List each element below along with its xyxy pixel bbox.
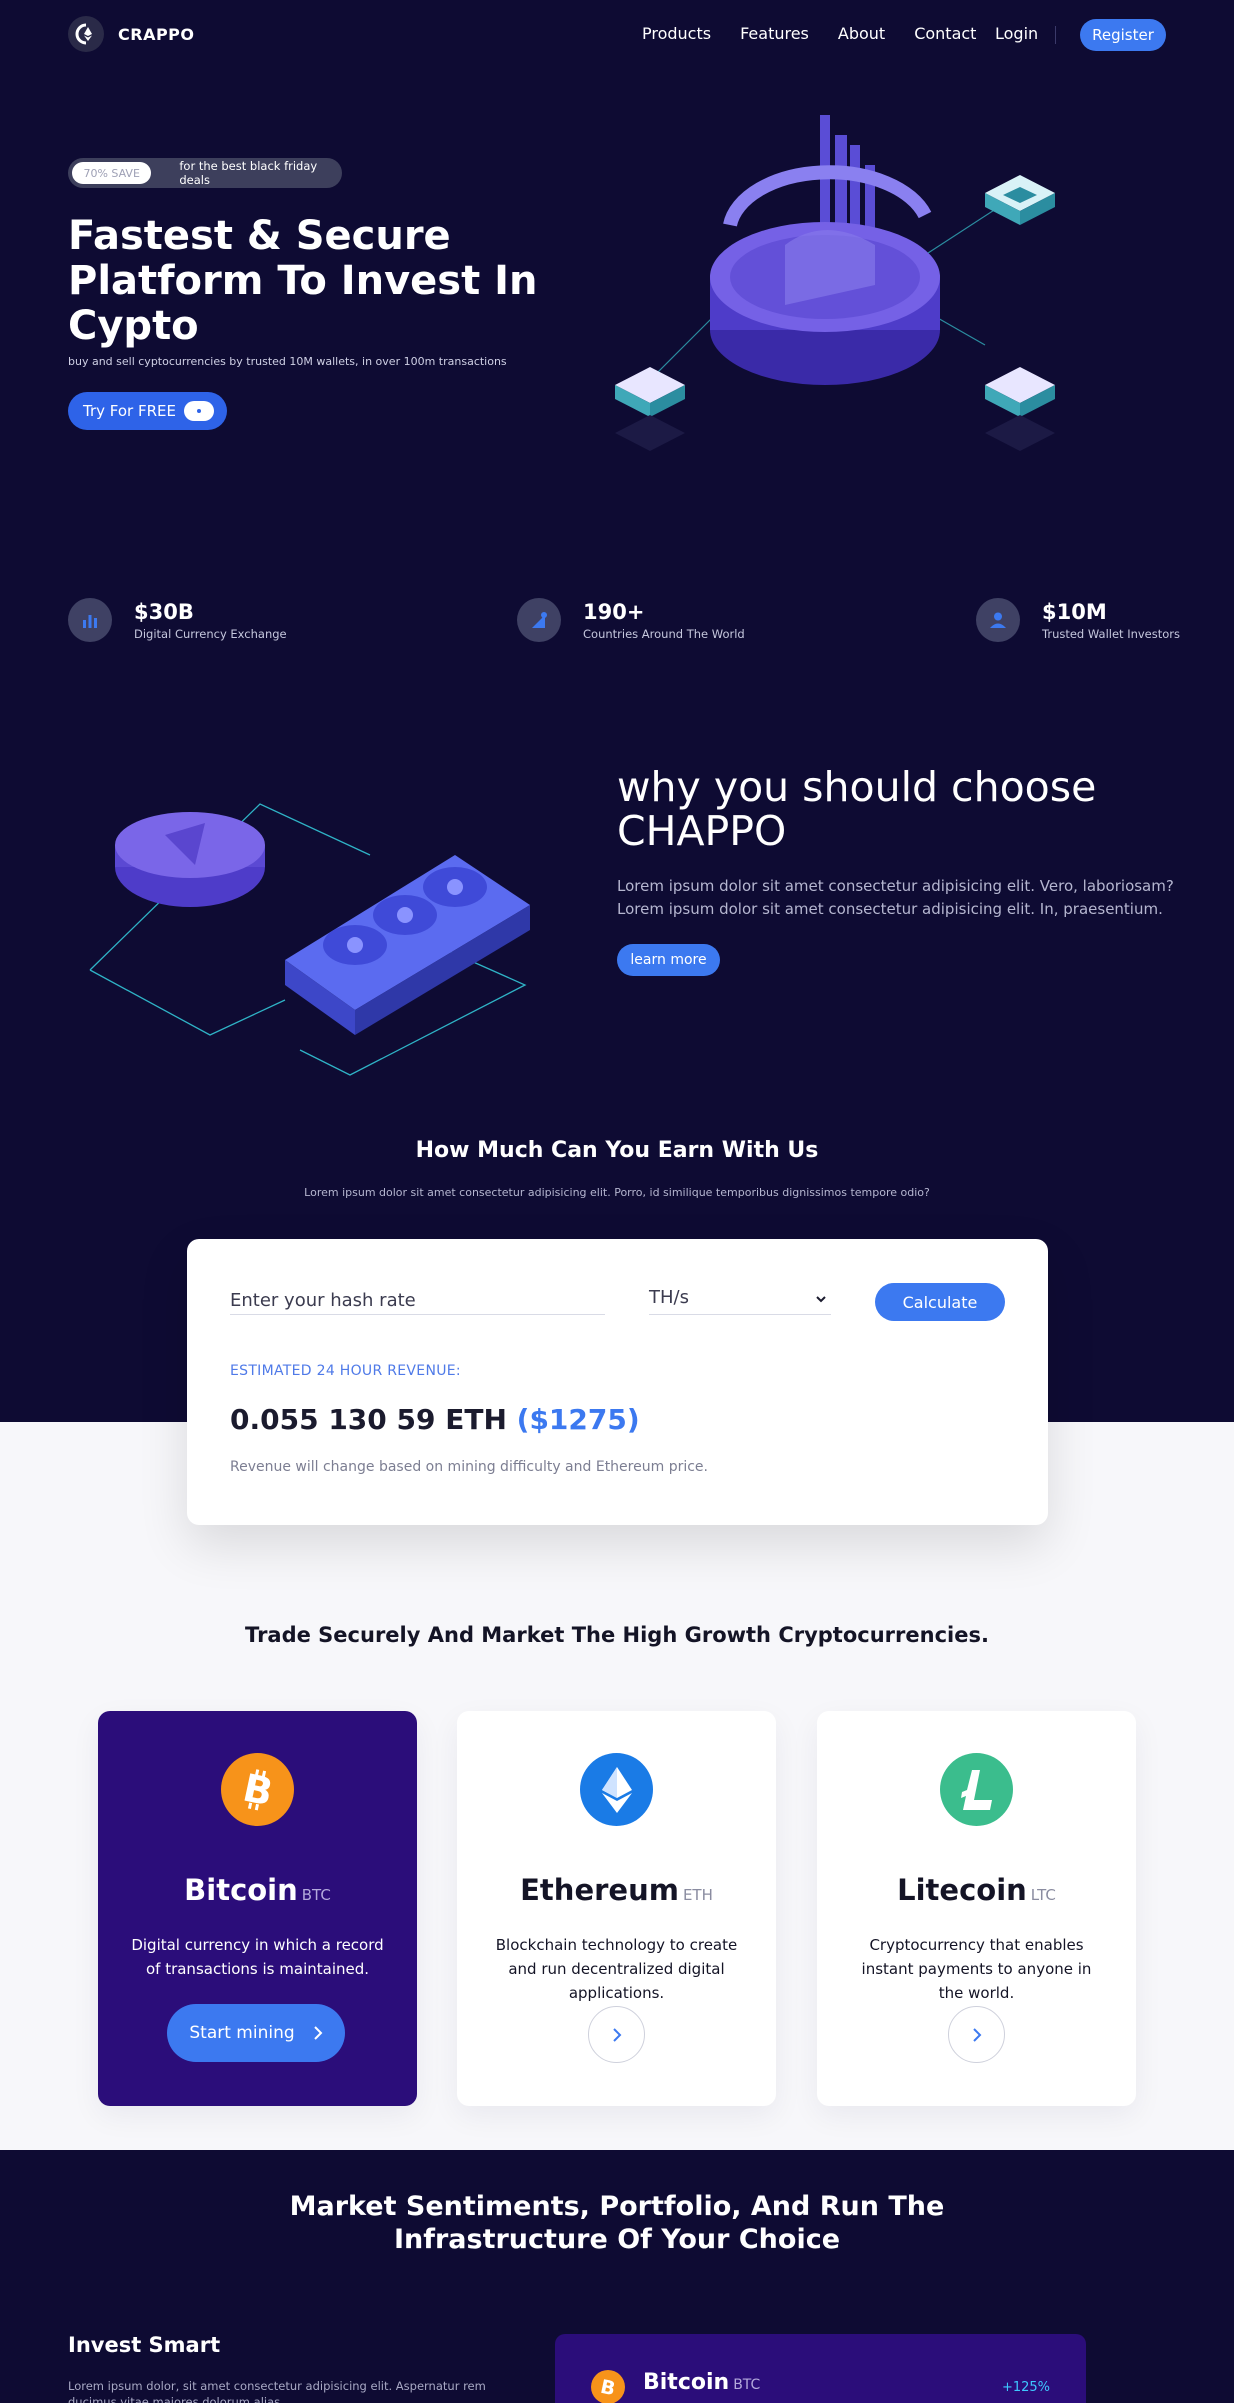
- page: CRAPPO Products Features About Contact L…: [0, 0, 1234, 2403]
- nav-links: Products Features About Contact: [642, 24, 976, 43]
- invest-title: Invest Smart: [68, 2333, 221, 2357]
- start-mining-button[interactable]: Start mining: [167, 2004, 345, 2062]
- stat-label: Countries Around The World: [583, 627, 745, 641]
- unit-select[interactable]: TH/s: [649, 1287, 831, 1315]
- hero-title: Fastest & Secure Platform To Invest In C…: [68, 213, 538, 349]
- logo-icon: [68, 16, 104, 52]
- why-title-line2: CHAPPO: [617, 807, 787, 855]
- nav-link-about[interactable]: About: [838, 24, 885, 43]
- estimate-note: Revenue will change based on mining diff…: [230, 1459, 708, 1475]
- coin-description: Cryptocurrency that enables instant paym…: [861, 1936, 1092, 2002]
- why-title-line1: why you should choose: [617, 763, 1097, 811]
- try-free-button[interactable]: Try For FREE: [68, 392, 227, 430]
- estimate-value: 0.055 130 59 ETH ($1275): [230, 1403, 640, 1436]
- promo-pill: 70% SAVE: [72, 162, 152, 184]
- coin-symbol: BTC: [301, 1886, 331, 1904]
- market-title-line1: Market Sentiments, Portfolio, And Run Th…: [289, 2191, 945, 2222]
- why-text: Lorem ipsum dolor sit amet consectetur a…: [617, 877, 1174, 918]
- coin-card-ethereum[interactable]: Ethereum ETH Blockchain technology to cre…: [457, 1711, 776, 2106]
- hash-rate-input[interactable]: [230, 1287, 605, 1315]
- promo-text: for the best black friday deals: [179, 159, 318, 187]
- dot-icon: [184, 401, 214, 421]
- learn-more-button[interactable]: learn more: [617, 944, 720, 976]
- nav-divider: [1055, 26, 1056, 44]
- hero-subtitle: buy and sell cyptocurrencies by trusted …: [68, 355, 507, 368]
- try-free-label: Try For FREE: [83, 402, 176, 420]
- stat-value: $30B: [134, 600, 194, 624]
- coin-symbol: LTC: [1030, 1886, 1056, 1904]
- coin-description: Blockchain technology to create and run …: [495, 1936, 738, 2002]
- bitcoin-icon: B: [591, 2370, 625, 2403]
- litecoin-arrow-button[interactable]: [948, 2006, 1005, 2063]
- estimate-eth: 0.055 130 59 ETH: [230, 1403, 507, 1436]
- coin-name-text: Bitcoin: [184, 1873, 298, 1907]
- calculate-button[interactable]: Calculate: [875, 1283, 1005, 1321]
- coin-symbol: ETH: [682, 1886, 713, 1904]
- market-title-line2: Infrastructure Of Your Choice: [393, 2224, 841, 2255]
- trade-title: Trade Securely And Market The High Growt…: [245, 1623, 989, 1647]
- nav-link-contact[interactable]: Contact: [914, 24, 976, 43]
- portfolio-coin-symbol: BTC: [733, 2377, 761, 2393]
- mining-rig-illustration: [89, 803, 530, 1076]
- portfolio-coin-name-text: Bitcoin: [643, 2370, 730, 2395]
- bitcoin-icon: B: [221, 1753, 294, 1826]
- hero-illustration: [615, 115, 1055, 451]
- chevron-right-icon: [313, 2026, 323, 2040]
- earn-title: How Much Can You Earn With Us: [415, 1138, 819, 1163]
- globe-pin-icon: [517, 598, 561, 642]
- stat-label: Digital Currency Exchange: [134, 627, 287, 641]
- logo[interactable]: CRAPPO: [68, 16, 195, 52]
- svg-text:B: B: [599, 2376, 617, 2398]
- why-title: why you should choose CHAPPO: [617, 765, 1177, 853]
- chevron-right-icon: [972, 2027, 981, 2042]
- stat-value: $10M: [1042, 600, 1107, 624]
- register-button[interactable]: Register: [1080, 19, 1166, 51]
- ethereum-icon: [580, 1753, 653, 1826]
- estimate-label: ESTIMATED 24 HOUR REVENUE:: [230, 1363, 461, 1379]
- unit-select-value: TH/s: [649, 1287, 689, 1308]
- portfolio-coin-name: Bitcoin BTC: [643, 2370, 760, 2395]
- nav-link-products[interactable]: Products: [642, 24, 711, 43]
- coin-description: Digital currency in which a record of tr…: [131, 1936, 384, 1978]
- coin-card-litecoin[interactable]: Litecoin LTC Cryptocurrency that enables …: [817, 1711, 1136, 2106]
- login-link[interactable]: Login: [995, 24, 1038, 43]
- brand-name: CRAPPO: [118, 24, 195, 44]
- coin-name: Litecoin LTC: [817, 1873, 1136, 1907]
- earn-subtitle: Lorem ipsum dolor sit amet consectetur a…: [304, 1186, 930, 1199]
- top-nav: CRAPPO Products Features About Contact L…: [0, 0, 1234, 70]
- coin-name: Bitcoin BTC: [98, 1873, 417, 1907]
- litecoin-icon: [940, 1753, 1013, 1826]
- stat-value: 190+: [583, 600, 645, 624]
- chevron-right-icon: [612, 2027, 621, 2042]
- chevron-down-icon: [816, 1296, 826, 1303]
- stat-label: Trusted Wallet Investors: [1042, 627, 1181, 641]
- bar-chart-icon: [68, 598, 112, 642]
- stat-countries: 190+ Countries Around The World: [517, 598, 745, 642]
- coin-name-text: Litecoin: [897, 1873, 1027, 1907]
- stat-investors: $10M Trusted Wallet Investors: [976, 598, 1180, 642]
- nav-link-features[interactable]: Features: [740, 24, 809, 43]
- user-icon: [976, 598, 1020, 642]
- start-mining-label: Start mining: [189, 2023, 295, 2043]
- coin-name: Ethereum ETH: [457, 1873, 776, 1907]
- portfolio-coin-card[interactable]: B Bitcoin BTC +125%: [555, 2334, 1086, 2403]
- estimate-usd: ($1275): [516, 1403, 640, 1436]
- stat-exchange: $30B Digital Currency Exchange: [68, 598, 287, 642]
- coin-name-text: Ethereum: [520, 1873, 679, 1907]
- portfolio-change: +125%: [1001, 2380, 1050, 2395]
- market-title: Market Sentiments, Portfolio, And Run Th…: [0, 2190, 1234, 2256]
- coin-card-bitcoin[interactable]: B Bitcoin BTC Digital currency in which a…: [98, 1711, 417, 2106]
- promo-badge: 70% SAVE for the best black friday deals: [68, 158, 342, 188]
- ethereum-arrow-button[interactable]: [588, 2006, 645, 2063]
- earnings-calculator: TH/s Calculate ESTIMATED 24 HOUR REVENUE…: [187, 1239, 1048, 1525]
- invest-text: Lorem ipsum dolor, sit amet consectetur …: [68, 2379, 486, 2403]
